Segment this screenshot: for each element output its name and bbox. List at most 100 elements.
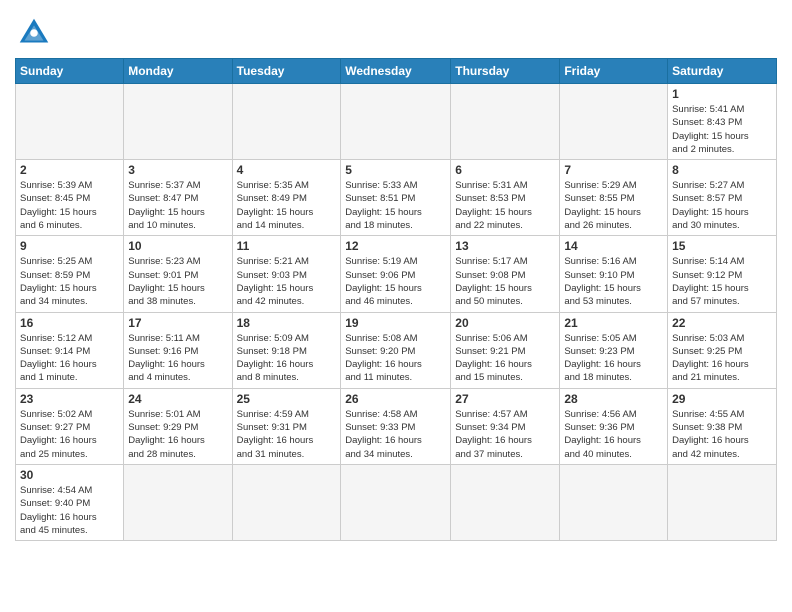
calendar-cell: 25Sunrise: 4:59 AM Sunset: 9:31 PM Dayli… xyxy=(232,388,341,464)
calendar-cell xyxy=(16,84,124,160)
day-number: 24 xyxy=(128,392,227,406)
calendar-cell: 3Sunrise: 5:37 AM Sunset: 8:47 PM Daylig… xyxy=(124,160,232,236)
calendar-cell xyxy=(451,84,560,160)
day-info: Sunrise: 5:39 AM Sunset: 8:45 PM Dayligh… xyxy=(20,179,119,232)
day-number: 30 xyxy=(20,468,119,482)
calendar-cell xyxy=(232,84,341,160)
calendar-cell: 7 Sunrise: 5:29 AM Sunset: 8:55 PM Daylig… xyxy=(560,160,668,236)
day-number: 7 xyxy=(564,163,663,177)
weekday-header-saturday: Saturday xyxy=(668,59,777,84)
day-number: 5 xyxy=(345,163,446,177)
page: SundayMondayTuesdayWednesdayThursdayFrid… xyxy=(0,0,792,612)
calendar-cell: 19 Sunrise: 5:08 AM Sunset: 9:20 PM Dayli… xyxy=(341,312,451,388)
calendar-cell: 10 Sunrise: 5:23 AM Sunset: 9:01 PM Dayli… xyxy=(124,236,232,312)
calendar-cell: 28 Sunrise: 4:56 AM Sunset: 9:36 PM Dayli… xyxy=(560,388,668,464)
calendar-cell: 13 Sunrise: 5:17 AM Sunset: 9:08 PM Dayli… xyxy=(451,236,560,312)
day-info: Sunrise: 5:03 AM Sunset: 9:25 PM Dayligh… xyxy=(672,332,772,385)
day-number: 12 xyxy=(345,239,446,253)
header xyxy=(15,10,777,52)
calendar-cell: 17 Sunrise: 5:11 AM Sunset: 9:16 PM Dayli… xyxy=(124,312,232,388)
day-number: 9 xyxy=(20,239,119,253)
day-number: 16 xyxy=(20,316,119,330)
weekday-header-thursday: Thursday xyxy=(451,59,560,84)
calendar-cell: 1 Sunrise: 5:41 AM Sunset: 8:43 PM Daylig… xyxy=(668,84,777,160)
calendar-cell: 8 Sunrise: 5:27 AM Sunset: 8:57 PM Daylig… xyxy=(668,160,777,236)
calendar-week-1: 1 Sunrise: 5:41 AM Sunset: 8:43 PM Daylig… xyxy=(16,84,777,160)
day-info: Sunrise: 4:58 AM Sunset: 9:33 PM Dayligh… xyxy=(345,408,446,461)
calendar-cell xyxy=(668,464,777,540)
day-number: 21 xyxy=(564,316,663,330)
day-info: Sunrise: 5:29 AM Sunset: 8:55 PM Dayligh… xyxy=(564,179,663,232)
day-info: Sunrise: 5:17 AM Sunset: 9:08 PM Dayligh… xyxy=(455,255,555,308)
day-info: Sunrise: 5:41 AM Sunset: 8:43 PM Dayligh… xyxy=(672,103,772,156)
calendar-cell: 9 Sunrise: 5:25 AM Sunset: 8:59 PM Daylig… xyxy=(16,236,124,312)
weekday-header-tuesday: Tuesday xyxy=(232,59,341,84)
weekday-header-monday: Monday xyxy=(124,59,232,84)
day-info: Sunrise: 5:21 AM Sunset: 9:03 PM Dayligh… xyxy=(237,255,337,308)
calendar-cell: 16 Sunrise: 5:12 AM Sunset: 9:14 PM Dayli… xyxy=(16,312,124,388)
logo-icon xyxy=(15,14,53,52)
calendar-cell: 24Sunrise: 5:01 AM Sunset: 9:29 PM Dayli… xyxy=(124,388,232,464)
calendar-cell xyxy=(124,84,232,160)
day-number: 23 xyxy=(20,392,119,406)
calendar-cell: 21Sunrise: 5:05 AM Sunset: 9:23 PM Dayli… xyxy=(560,312,668,388)
day-info: Sunrise: 5:35 AM Sunset: 8:49 PM Dayligh… xyxy=(237,179,337,232)
calendar-week-2: 2 Sunrise: 5:39 AM Sunset: 8:45 PM Daylig… xyxy=(16,160,777,236)
calendar-cell xyxy=(451,464,560,540)
day-info: Sunrise: 5:31 AM Sunset: 8:53 PM Dayligh… xyxy=(455,179,555,232)
calendar-cell xyxy=(124,464,232,540)
day-number: 6 xyxy=(455,163,555,177)
calendar-cell: 20 Sunrise: 5:06 AM Sunset: 9:21 PM Dayli… xyxy=(451,312,560,388)
day-info: Sunrise: 4:55 AM Sunset: 9:38 PM Dayligh… xyxy=(672,408,772,461)
day-number: 14 xyxy=(564,239,663,253)
calendar-week-4: 16 Sunrise: 5:12 AM Sunset: 9:14 PM Dayli… xyxy=(16,312,777,388)
day-number: 22 xyxy=(672,316,772,330)
calendar-cell: 15Sunrise: 5:14 AM Sunset: 9:12 PM Dayli… xyxy=(668,236,777,312)
day-info: Sunrise: 4:54 AM Sunset: 9:40 PM Dayligh… xyxy=(20,484,119,537)
day-info: Sunrise: 5:11 AM Sunset: 9:16 PM Dayligh… xyxy=(128,332,227,385)
calendar-cell: 6 Sunrise: 5:31 AM Sunset: 8:53 PM Daylig… xyxy=(451,160,560,236)
day-info: Sunrise: 5:08 AM Sunset: 9:20 PM Dayligh… xyxy=(345,332,446,385)
calendar-cell: 14 Sunrise: 5:16 AM Sunset: 9:10 PM Dayli… xyxy=(560,236,668,312)
calendar-week-5: 23 Sunrise: 5:02 AM Sunset: 9:27 PM Dayli… xyxy=(16,388,777,464)
calendar-cell: 12Sunrise: 5:19 AM Sunset: 9:06 PM Dayli… xyxy=(341,236,451,312)
calendar-cell: 4 Sunrise: 5:35 AM Sunset: 8:49 PM Daylig… xyxy=(232,160,341,236)
calendar-week-3: 9 Sunrise: 5:25 AM Sunset: 8:59 PM Daylig… xyxy=(16,236,777,312)
calendar-cell: 30 Sunrise: 4:54 AM Sunset: 9:40 PM Dayli… xyxy=(16,464,124,540)
calendar-cell xyxy=(341,84,451,160)
calendar-cell: 29 Sunrise: 4:55 AM Sunset: 9:38 PM Dayli… xyxy=(668,388,777,464)
calendar-cell xyxy=(341,464,451,540)
day-info: Sunrise: 4:56 AM Sunset: 9:36 PM Dayligh… xyxy=(564,408,663,461)
day-number: 11 xyxy=(237,239,337,253)
day-number: 1 xyxy=(672,87,772,101)
calendar-cell: 2 Sunrise: 5:39 AM Sunset: 8:45 PM Daylig… xyxy=(16,160,124,236)
day-info: Sunrise: 5:33 AM Sunset: 8:51 PM Dayligh… xyxy=(345,179,446,232)
day-info: Sunrise: 5:25 AM Sunset: 8:59 PM Dayligh… xyxy=(20,255,119,308)
day-info: Sunrise: 5:09 AM Sunset: 9:18 PM Dayligh… xyxy=(237,332,337,385)
day-number: 15 xyxy=(672,239,772,253)
day-number: 10 xyxy=(128,239,227,253)
day-info: Sunrise: 4:59 AM Sunset: 9:31 PM Dayligh… xyxy=(237,408,337,461)
day-number: 13 xyxy=(455,239,555,253)
day-number: 29 xyxy=(672,392,772,406)
day-number: 17 xyxy=(128,316,227,330)
day-number: 4 xyxy=(237,163,337,177)
calendar-cell: 26Sunrise: 4:58 AM Sunset: 9:33 PM Dayli… xyxy=(341,388,451,464)
day-number: 19 xyxy=(345,316,446,330)
day-info: Sunrise: 5:16 AM Sunset: 9:10 PM Dayligh… xyxy=(564,255,663,308)
weekday-header-sunday: Sunday xyxy=(16,59,124,84)
day-number: 27 xyxy=(455,392,555,406)
day-info: Sunrise: 5:12 AM Sunset: 9:14 PM Dayligh… xyxy=(20,332,119,385)
day-number: 20 xyxy=(455,316,555,330)
day-info: Sunrise: 5:06 AM Sunset: 9:21 PM Dayligh… xyxy=(455,332,555,385)
day-number: 28 xyxy=(564,392,663,406)
calendar-table: SundayMondayTuesdayWednesdayThursdayFrid… xyxy=(15,58,777,541)
day-number: 2 xyxy=(20,163,119,177)
day-number: 8 xyxy=(672,163,772,177)
weekday-header-friday: Friday xyxy=(560,59,668,84)
day-info: Sunrise: 5:27 AM Sunset: 8:57 PM Dayligh… xyxy=(672,179,772,232)
day-info: Sunrise: 5:23 AM Sunset: 9:01 PM Dayligh… xyxy=(128,255,227,308)
calendar-cell: 18Sunrise: 5:09 AM Sunset: 9:18 PM Dayli… xyxy=(232,312,341,388)
calendar-cell: 11 Sunrise: 5:21 AM Sunset: 9:03 PM Dayli… xyxy=(232,236,341,312)
day-info: Sunrise: 5:02 AM Sunset: 9:27 PM Dayligh… xyxy=(20,408,119,461)
